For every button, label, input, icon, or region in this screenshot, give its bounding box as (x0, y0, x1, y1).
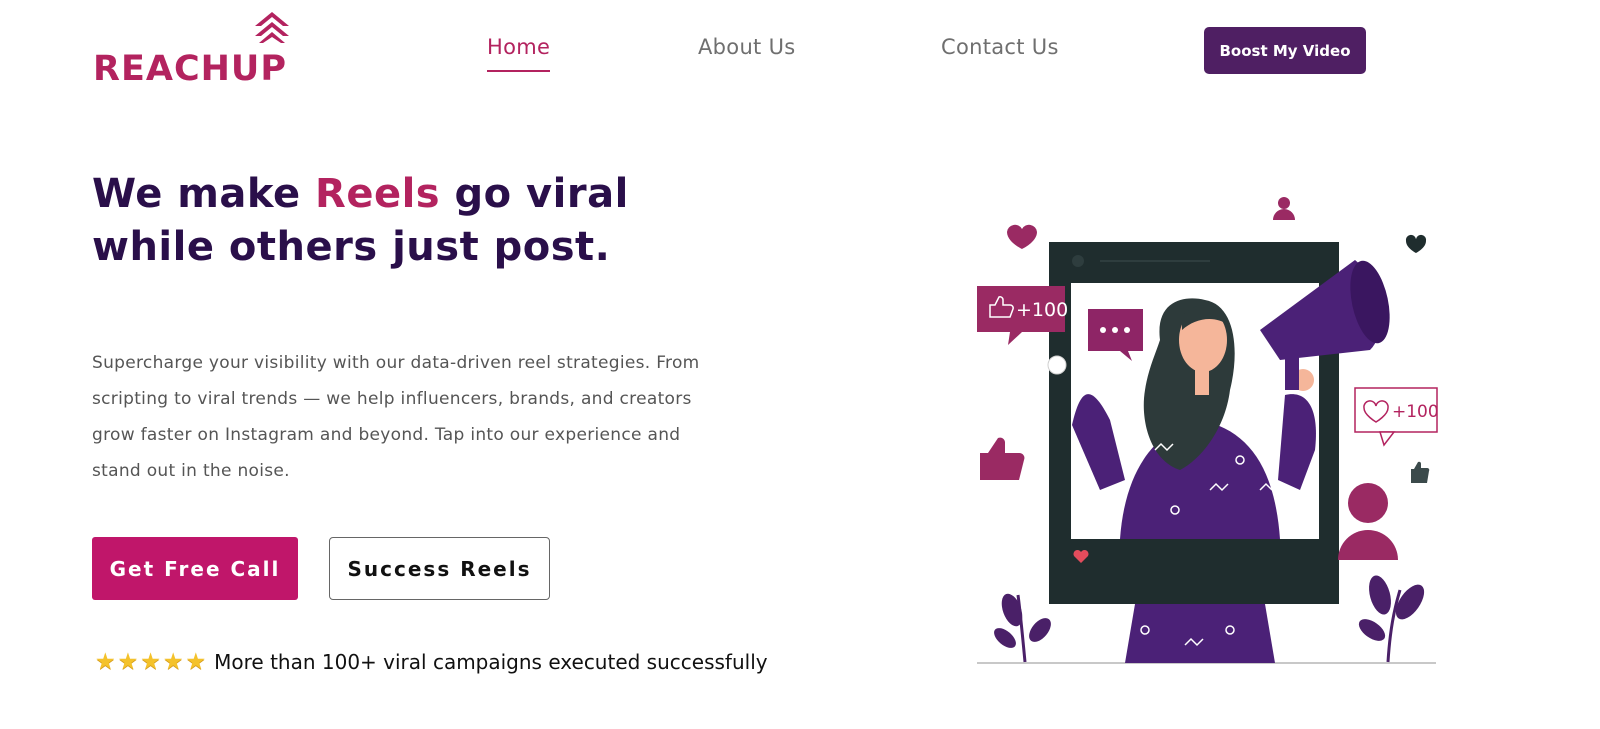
hero-illustration: +100 +100 (960, 190, 1460, 670)
heart-count: +100 (1392, 402, 1439, 422)
rating-text: More than 100+ viral campaigns executed … (214, 650, 768, 674)
rating: ★ ★ ★ ★ ★ More than 100+ viral campaigns… (95, 650, 768, 674)
star-icon: ★ (117, 648, 139, 675)
plant-right (1358, 575, 1425, 663)
star-icon: ★ (185, 648, 207, 675)
star-icon: ★ (140, 648, 161, 675)
success-reels-button[interactable]: Success Reels (329, 537, 550, 600)
up-arrow-icon (255, 12, 289, 43)
user-icon (1338, 483, 1398, 560)
boost-my-video-button[interactable]: Boost My Video (1204, 27, 1366, 74)
nav-contact-us[interactable]: Contact Us (941, 35, 1059, 59)
headline-highlight: Reels (315, 171, 441, 217)
star-icon: ★ (162, 648, 184, 675)
brand-name: REACHUP (93, 49, 287, 89)
heart-bubble: +100 (1354, 387, 1439, 447)
thumbs-up-icon (1411, 461, 1430, 483)
heart-icon (1007, 224, 1037, 249)
nav-about-us[interactable]: About Us (698, 35, 795, 59)
star-icon: ★ (95, 648, 116, 675)
user-icon (1273, 197, 1295, 220)
heart-icon (1405, 234, 1427, 253)
thumbs-up-icon (980, 437, 1025, 488)
plant-left (994, 593, 1051, 663)
headline-part-1: We make (92, 171, 316, 217)
hero-headline: We make Reels go viral while others just… (92, 168, 652, 274)
like-count: +100 (1016, 299, 1068, 321)
hero-description: Supercharge your visibility with our dat… (92, 353, 700, 481)
brand-logo[interactable]: REACHUP (93, 12, 303, 88)
nav-home[interactable]: Home (487, 35, 551, 72)
get-free-call-button[interactable]: Get Free Call (92, 537, 298, 600)
